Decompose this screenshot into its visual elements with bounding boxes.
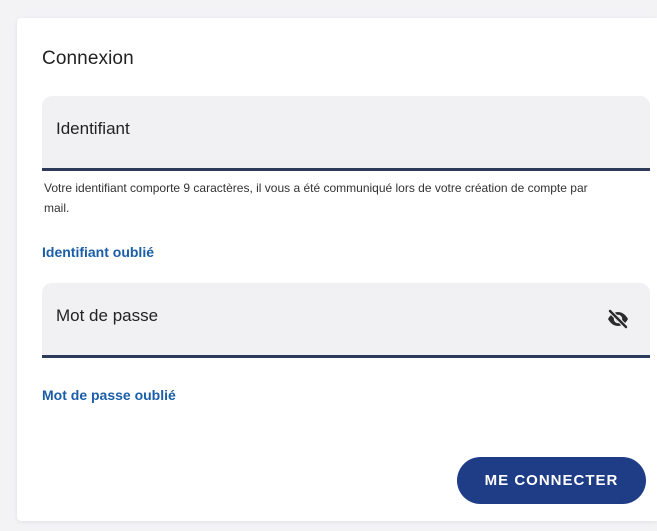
login-card: Connexion Identifiant Votre identifiant … [17,18,657,521]
password-label: Mot de passe [56,306,159,325]
username-field[interactable]: Identifiant [42,96,650,171]
login-button[interactable]: ME CONNECTER [457,457,646,504]
login-title: Connexion [42,48,134,69]
username-label: Identifiant [56,119,130,138]
username-help-text: Votre identifiant comporte 9 caractères,… [44,181,588,215]
forgot-password-link[interactable]: Mot de passe oublié [42,387,176,403]
forgot-username-link[interactable]: Identifiant oublié [42,244,154,260]
password-field[interactable]: Mot de passe [42,283,650,358]
eye-off-icon[interactable] [606,307,630,331]
